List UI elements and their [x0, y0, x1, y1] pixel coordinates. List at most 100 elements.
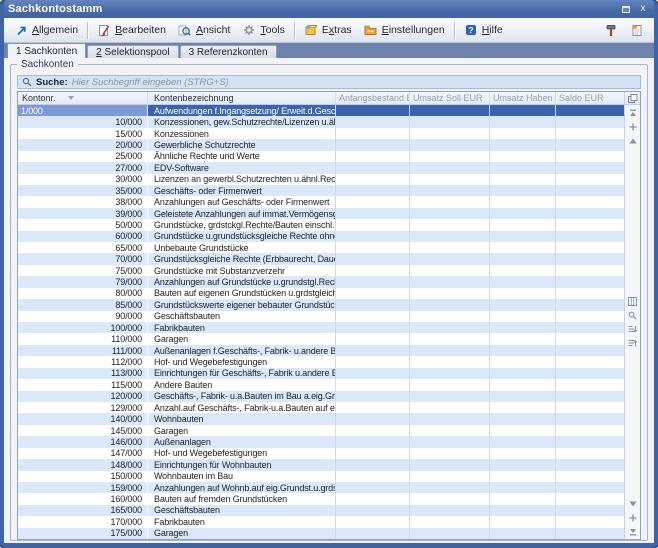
cell-umsatz-haben	[490, 333, 556, 344]
scroll-down-icon[interactable]	[628, 499, 638, 508]
cell-anfangsbestand	[336, 482, 410, 493]
menu-tools[interactable]: Tools	[236, 22, 291, 39]
column-chooser-button[interactable]	[625, 92, 640, 105]
close-button[interactable]: x	[636, 3, 650, 15]
table-row[interactable]: 35/000 Geschäfts- oder Firmenwert	[18, 185, 624, 196]
column-header-saldo[interactable]: Saldo EUR	[556, 92, 624, 104]
table-row[interactable]: 175/000 Garagen	[18, 528, 624, 539]
menu-ansicht[interactable]: Ansicht	[172, 22, 236, 39]
cell-umsatz-soll	[410, 459, 490, 470]
column-header-umsatz-soll[interactable]: Umsatz Soll EUR	[410, 92, 490, 104]
column-header-anfangsbestand[interactable]: Anfangsbestand EUR	[336, 92, 410, 104]
table-row[interactable]: 129/000 Anzahl.auf Geschäfts-, Fabrik-u.…	[18, 402, 624, 413]
column-header-kontenbezeichnung[interactable]: Kontenbezeichnung	[148, 92, 336, 104]
scroll-first-icon[interactable]	[628, 108, 638, 117]
tab-sachkonten[interactable]: 1 Sachkonten	[7, 43, 86, 58]
columns-icon[interactable]	[628, 297, 638, 306]
table-row[interactable]: 112/000 Hof- und Wegebefestigungen	[18, 356, 624, 367]
table-row[interactable]: 39/000 Geleistete Anzahlungen auf immat.…	[18, 208, 624, 219]
table-row[interactable]: 38/000 Anzahlungen auf Geschäfts- oder F…	[18, 196, 624, 207]
note-button[interactable]	[624, 22, 650, 39]
table-row[interactable]: 75/000 Grundstücke mit Substanzverzehr	[18, 265, 624, 276]
table-row[interactable]: 85/000 Grundstückswerte eigener bebauter…	[18, 299, 624, 310]
tools-icon	[242, 24, 256, 37]
table-row[interactable]: 10/000 Konzessionen, gew.Schutzrechte/Li…	[18, 116, 624, 127]
cell-umsatz-haben	[490, 379, 556, 390]
table-row[interactable]: 120/000 Geschäfts-, Fabrik- u.a.Bauten i…	[18, 391, 624, 402]
cell-anfangsbestand	[336, 299, 410, 310]
menu-allgemein[interactable]: Allgemein	[8, 22, 84, 39]
table-row[interactable]: 65/000 Unbebaute Grundstücke	[18, 242, 624, 253]
table-row[interactable]: 25/000 Ähnliche Rechte und Werte	[18, 151, 624, 162]
cell-anfangsbestand	[336, 139, 410, 150]
table-row[interactable]: 20/000 Gewerbliche Schutzrechte	[18, 139, 624, 150]
menu-extras[interactable]: Extras	[298, 22, 358, 39]
scroll-last-icon[interactable]	[628, 527, 638, 536]
cell-kontonr: 150/000	[18, 471, 148, 482]
sort-desc-icon[interactable]	[628, 339, 638, 348]
table-row[interactable]: 150/000 Wohnbauten im Bau	[18, 471, 624, 482]
cell-umsatz-soll	[410, 276, 490, 287]
table-row[interactable]: 140/000 Wohnbauten	[18, 413, 624, 424]
cell-anfangsbestand	[336, 116, 410, 127]
table-row[interactable]: 79/000 Anzahlungen auf Grundstücke u.gru…	[18, 276, 624, 287]
table-row[interactable]: 110/000 Garagen	[18, 333, 624, 344]
table-row[interactable]: 90/000 Geschäftsbauten	[18, 311, 624, 322]
table-row[interactable]: 115/000 Andere Bauten	[18, 379, 624, 390]
table-row[interactable]: 80/000 Bauten auf eigenen Grundstücken u…	[18, 288, 624, 299]
cell-kontenbezeichnung: Wohnbauten im Bau	[148, 471, 336, 482]
restore-button[interactable]	[619, 3, 633, 15]
table-row[interactable]: 111/000 Außenanlagen f.Geschäfts-, Fabri…	[18, 345, 624, 356]
cell-saldo	[556, 436, 624, 447]
search-field[interactable]: Suche: Hier Suchbegriff eingeben (STRG+S…	[17, 75, 641, 89]
table-row[interactable]: 100/000 Fabrikbauten	[18, 322, 624, 333]
table-row[interactable]: 15/000 Konzessionen	[18, 128, 624, 139]
cell-kontenbezeichnung: Garagen	[148, 528, 336, 539]
table-row[interactable]: 50/000 Grundstücke, grdstckgl.Rechte/Bau…	[18, 219, 624, 230]
column-header-kontonr[interactable]: Kontonr.	[18, 92, 148, 104]
column-header-umsatz-haben[interactable]: Umsatz Haben EUR	[490, 92, 556, 104]
table-row[interactable]: 27/000 EDV-Software	[18, 162, 624, 173]
menu-hilfe[interactable]: ? Hilfe	[458, 22, 509, 39]
tab-selektionspool[interactable]: 2 Selektionspool	[87, 45, 178, 58]
table-row[interactable]: 113/000 Einrichtungen für Geschäfts-, Fa…	[18, 368, 624, 379]
splitter-icon[interactable]	[628, 513, 638, 522]
menu-einstellungen[interactable]: Einstellungen	[358, 22, 451, 39]
cell-kontenbezeichnung: Einrichtungen für Geschäfts-, Fabrik u.a…	[148, 368, 336, 379]
splitter-icon[interactable]	[628, 122, 638, 131]
table-row[interactable]: 159/000 Anzahlungen auf Wohnb.auf eig.Gr…	[18, 482, 624, 493]
table-row[interactable]: 170/000 Fabrikbauten	[18, 516, 624, 527]
scroll-up-icon[interactable]	[628, 136, 638, 145]
cell-umsatz-haben	[490, 459, 556, 470]
toolbar-separator	[87, 22, 88, 39]
tab-referenzkonten[interactable]: 3 Referenzkonten	[180, 45, 277, 58]
table-row[interactable]: 147/000 Hof- und Wegebefestigungen	[18, 448, 624, 459]
table-row[interactable]: 146/000 Außenanlagen	[18, 436, 624, 447]
table-row[interactable]: 160/000 Bauten auf fremden Grundstücken	[18, 493, 624, 504]
sort-asc-icon[interactable]	[628, 325, 638, 334]
cell-anfangsbestand	[336, 391, 410, 402]
search-icon[interactable]	[628, 311, 638, 320]
cell-saldo	[556, 219, 624, 230]
cell-umsatz-soll	[410, 219, 490, 230]
cell-umsatz-soll	[410, 208, 490, 219]
cell-saldo	[556, 276, 624, 287]
cell-kontenbezeichnung: Grundstücke, grdstckgl.Rechte/Bauten ein…	[148, 219, 336, 230]
cell-saldo	[556, 368, 624, 379]
toolbar-separator	[294, 22, 295, 39]
table-row[interactable]: 70/000 Grundstücksgleiche Rechte (Erbbau…	[18, 253, 624, 264]
table-row[interactable]: 165/000 Geschäftsbauten	[18, 505, 624, 516]
table-row[interactable]: 145/000 Garagen	[18, 425, 624, 436]
hammer-button[interactable]	[598, 22, 624, 39]
cell-anfangsbestand	[336, 265, 410, 276]
cell-umsatz-haben	[490, 436, 556, 447]
table-row[interactable]: 30/000 Lizenzen an gewerbl.Schutzrechten…	[18, 174, 624, 185]
table-body: 1/000 Aufwendungen f.Ingangsetzung/ Erwe…	[18, 105, 624, 539]
cell-umsatz-haben	[490, 299, 556, 310]
cell-umsatz-haben	[490, 288, 556, 299]
table-row[interactable]: 148/000 Einrichtungen für Wohnbauten	[18, 459, 624, 470]
menu-bearbeiten[interactable]: Bearbeiten	[91, 22, 172, 39]
table-row[interactable]: 1/000 Aufwendungen f.Ingangsetzung/ Erwe…	[18, 105, 624, 116]
cell-umsatz-soll	[410, 116, 490, 127]
table-row[interactable]: 60/000 Grundstücke u.grundstücksgleiche …	[18, 231, 624, 242]
